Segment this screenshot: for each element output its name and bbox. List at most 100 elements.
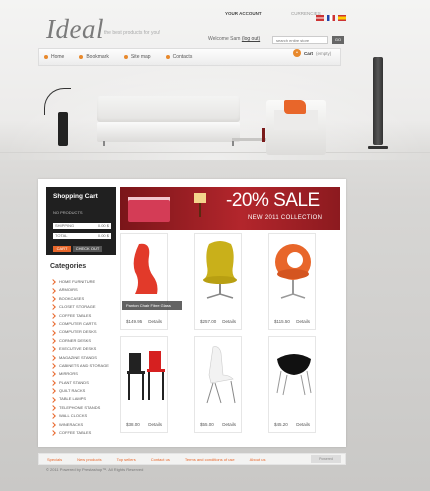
- category-item[interactable]: QUILT RACKS: [50, 387, 120, 395]
- details-link[interactable]: Details: [148, 422, 162, 427]
- arrow-icon: [50, 421, 56, 428]
- category-item[interactable]: WALL CLOCKS: [50, 412, 120, 420]
- nav-item-label: Contacts: [172, 54, 193, 60]
- category-label: BOOKCASES: [59, 295, 85, 301]
- category-item[interactable]: CORNER DESKS: [50, 337, 120, 345]
- details-link[interactable]: Details: [148, 319, 162, 324]
- checkout-button[interactable]: CHECK OUT: [73, 246, 102, 252]
- speaker-decoration: [373, 57, 383, 145]
- category-label: TELEPHONE STANDS: [59, 404, 101, 410]
- flag-uk-icon[interactable]: [316, 15, 324, 21]
- details-link[interactable]: Details: [296, 422, 310, 427]
- floor-line: [0, 152, 430, 153]
- sale-banner[interactable]: -20% SALE NEW 2011 COLLECTION: [120, 187, 340, 230]
- arrow-icon: [50, 371, 56, 378]
- sofa-leg: [103, 141, 105, 146]
- logout-link[interactable]: (log out): [242, 36, 260, 42]
- details-link[interactable]: Details: [296, 319, 310, 324]
- details-link[interactable]: Details: [222, 319, 236, 324]
- category-item[interactable]: HOME FURNITURE: [50, 278, 120, 286]
- logo[interactable]: Ideal: [46, 14, 104, 45]
- product-price: $149.95: [126, 319, 143, 324]
- category-item[interactable]: COMPUTER CARTS: [50, 320, 120, 328]
- header-cart[interactable]: • Cart (empty): [293, 49, 331, 57]
- orange-throw-decoration: [284, 100, 306, 114]
- arrow-icon: [50, 396, 56, 403]
- copyright-text: © 2011 Powered by Prestashop™. All Right…: [46, 467, 144, 472]
- category-item[interactable]: WINERACKS: [50, 421, 120, 429]
- footer-link-contact[interactable]: Contact us: [151, 457, 170, 462]
- arrow-icon: [50, 388, 56, 395]
- category-label: CLOSET STORAGE: [59, 304, 96, 310]
- footer-link-new-products[interactable]: New products: [77, 457, 101, 462]
- category-item[interactable]: PLANT STANDS: [50, 379, 120, 387]
- ring-chair-image: [275, 244, 311, 299]
- shipping-value: 0.00 $: [97, 223, 109, 228]
- nav-item-label: Bookmark: [86, 54, 109, 60]
- lamp-shade: [194, 193, 206, 203]
- lamp-stand: [199, 203, 201, 217]
- search-input[interactable]: [272, 36, 328, 44]
- powered-badge[interactable]: Powered: [311, 455, 341, 463]
- product-card[interactable]: $257.00 Details: [194, 233, 242, 330]
- footer-link-terms[interactable]: Terms and conditions of use: [185, 457, 235, 462]
- nav-item-home[interactable]: Home: [39, 54, 74, 60]
- nav-item-sitemap[interactable]: Site map: [119, 54, 161, 60]
- bullet-icon: [123, 55, 128, 59]
- white-chair-image: [206, 346, 236, 404]
- flag-es-icon[interactable]: [338, 15, 346, 21]
- category-label: COFFEE TABLES: [59, 430, 92, 436]
- category-item[interactable]: CABINETS AND STORAGE: [50, 362, 120, 370]
- footer-link-specials[interactable]: Specials: [47, 457, 62, 462]
- shopping-cart-block: Shopping Cart NO PRODUCTS SHIPPING 0.00 $…: [46, 187, 116, 255]
- category-item[interactable]: EXECUTIVE DESKS: [50, 345, 120, 353]
- product-card[interactable]: $38.00 Details: [120, 336, 168, 433]
- bullet-icon: [165, 55, 170, 59]
- product-caption: Panton Chair Fibre Glass: [122, 301, 182, 310]
- shopping-cart-title: Shopping Cart: [53, 193, 98, 200]
- category-label: COFFEE TABLES: [59, 312, 92, 318]
- footer-links: Specials New products Top sellers Contac…: [38, 453, 346, 465]
- category-item[interactable]: COFFEE TABLES: [50, 312, 120, 320]
- flag-fr-icon[interactable]: [327, 15, 335, 21]
- category-item[interactable]: COFFEE TABLES: [50, 429, 120, 437]
- category-item[interactable]: CLOSET STORAGE: [50, 303, 120, 311]
- category-item[interactable]: MAGAZINE STANDS: [50, 354, 120, 362]
- category-item[interactable]: MIRRORS: [50, 370, 120, 378]
- nav-item-bookmark[interactable]: Bookmark: [74, 54, 119, 60]
- account-title[interactable]: YOUR ACCOUNT: [225, 11, 262, 16]
- arrow-icon: [50, 346, 56, 353]
- category-item[interactable]: ARMOIRS: [50, 286, 120, 294]
- total-value: 0.00 $: [97, 233, 109, 238]
- dining-chairs-image: [127, 351, 165, 400]
- category-label: WALL CLOCKS: [59, 413, 88, 419]
- product-card[interactable]: $115.50 Details: [268, 233, 316, 330]
- search-button[interactable]: GO: [332, 36, 344, 44]
- category-item[interactable]: TELEPHONE STANDS: [50, 404, 120, 412]
- panton-chair-image: [133, 243, 158, 294]
- sofa-back: [97, 96, 240, 122]
- shipping-label: SHIPPING: [55, 223, 75, 228]
- category-item[interactable]: BOOKCASES: [50, 295, 120, 303]
- product-price: $115.50: [274, 319, 290, 324]
- arrow-icon: [50, 354, 56, 361]
- product-card[interactable]: Panton Chair Fibre Glass $149.95 Details: [120, 233, 182, 330]
- categories-block: Categories HOME FURNITURE ARMOIRS BOOKCASE…: [50, 263, 120, 437]
- footer-link-about[interactable]: About us: [250, 457, 266, 462]
- product-card[interactable]: $45.20 Details: [268, 336, 316, 433]
- no-products-text: NO PRODUCTS: [53, 210, 83, 215]
- bed-image: [128, 200, 170, 222]
- arrow-icon: [50, 380, 56, 386]
- arrow-icon: [50, 363, 56, 369]
- cart-button[interactable]: CART: [53, 246, 71, 252]
- footer-link-top-sellers[interactable]: Top sellers: [117, 457, 136, 462]
- category-item[interactable]: COMPUTER DESKS: [50, 328, 120, 336]
- category-item[interactable]: TABLE LAMPS: [50, 395, 120, 403]
- nav-item-label: Site map: [130, 54, 151, 60]
- product-card[interactable]: $55.00 Details: [194, 336, 242, 433]
- details-link[interactable]: Details: [222, 422, 236, 427]
- vase-decoration: [58, 112, 68, 146]
- sale-subtext: NEW 2011 COLLECTION: [248, 215, 323, 221]
- nav-item-contacts[interactable]: Contacts: [161, 54, 203, 60]
- product-price: $45.20: [274, 422, 288, 427]
